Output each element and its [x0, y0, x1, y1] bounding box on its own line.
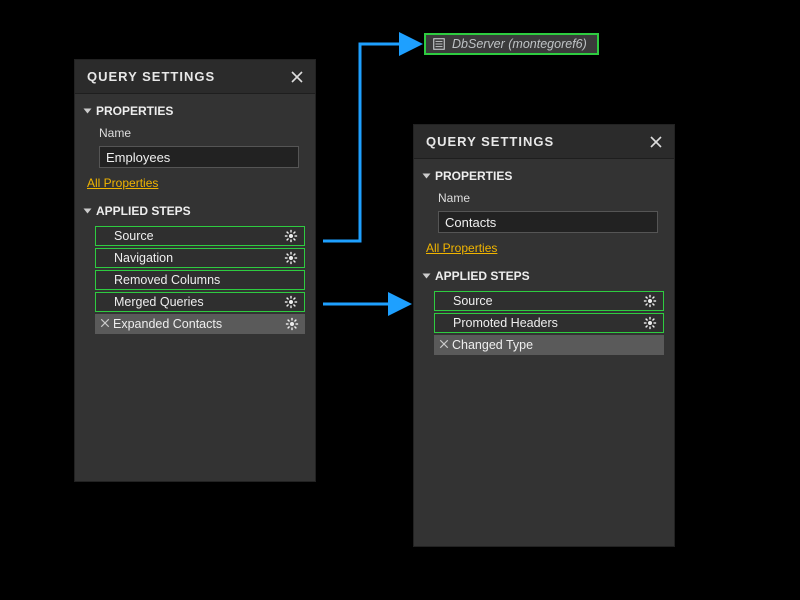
- collapse-triangle-icon: [84, 209, 92, 214]
- applied-steps-header-label: APPLIED STEPS: [96, 204, 191, 218]
- panel-header: QUERY SETTINGS: [414, 125, 674, 159]
- panel-title: QUERY SETTINGS: [426, 134, 554, 149]
- all-properties-link[interactable]: All Properties: [85, 176, 305, 190]
- query-settings-panel-employees: QUERY SETTINGS PROPERTIES Name All Prope…: [74, 59, 316, 482]
- applied-step-label: Promoted Headers: [453, 316, 643, 330]
- applied-step-label: Source: [453, 294, 643, 308]
- applied-step-label: Expanded Contacts: [113, 317, 285, 331]
- applied-step[interactable]: Source: [95, 226, 305, 246]
- query-settings-panel-contacts: QUERY SETTINGS PROPERTIES Name All Prope…: [413, 124, 675, 547]
- applied-step[interactable]: Expanded Contacts: [95, 314, 305, 334]
- delete-step-icon[interactable]: [99, 317, 111, 329]
- delete-step-icon[interactable]: [438, 338, 450, 350]
- applied-step-label: Merged Queries: [114, 295, 284, 309]
- gear-icon[interactable]: [284, 295, 298, 309]
- db-server-node[interactable]: DbServer (montegoref6): [424, 33, 599, 55]
- properties-section-header[interactable]: PROPERTIES: [424, 169, 664, 183]
- collapse-triangle-icon: [84, 109, 92, 114]
- applied-steps-section-header[interactable]: APPLIED STEPS: [424, 269, 664, 283]
- gear-icon[interactable]: [285, 317, 299, 331]
- applied-step-label: Removed Columns: [114, 273, 298, 287]
- applied-step-label: Navigation: [114, 251, 284, 265]
- collapse-triangle-icon: [423, 174, 431, 179]
- name-field-label: Name: [424, 191, 664, 205]
- applied-steps-section-header[interactable]: APPLIED STEPS: [85, 204, 305, 218]
- properties-section-header[interactable]: PROPERTIES: [85, 104, 305, 118]
- panel-header: QUERY SETTINGS: [75, 60, 315, 94]
- collapse-triangle-icon: [423, 274, 431, 279]
- properties-header-label: PROPERTIES: [435, 169, 512, 183]
- query-name-input[interactable]: [99, 146, 299, 168]
- applied-step[interactable]: Removed Columns: [95, 270, 305, 290]
- applied-step-label: Changed Type: [452, 338, 658, 352]
- panel-title: QUERY SETTINGS: [87, 69, 215, 84]
- gear-icon[interactable]: [284, 229, 298, 243]
- applied-step[interactable]: Changed Type: [434, 335, 664, 355]
- close-icon[interactable]: [289, 69, 305, 85]
- applied-steps-list: Source Promoted Headers Changed Type: [434, 291, 664, 355]
- database-icon: [432, 37, 446, 51]
- applied-step[interactable]: Source: [434, 291, 664, 311]
- gear-icon[interactable]: [284, 251, 298, 265]
- db-server-label: DbServer (montegoref6): [452, 37, 587, 51]
- applied-steps-list: Source Navigation Removed Columns Merged Qu…: [95, 226, 305, 334]
- properties-header-label: PROPERTIES: [96, 104, 173, 118]
- applied-step[interactable]: Promoted Headers: [434, 313, 664, 333]
- applied-step[interactable]: Navigation: [95, 248, 305, 268]
- name-field-label: Name: [85, 126, 305, 140]
- close-icon[interactable]: [648, 134, 664, 150]
- applied-steps-header-label: APPLIED STEPS: [435, 269, 530, 283]
- gear-icon[interactable]: [643, 294, 657, 308]
- applied-step[interactable]: Merged Queries: [95, 292, 305, 312]
- applied-step-label: Source: [114, 229, 284, 243]
- query-name-input[interactable]: [438, 211, 658, 233]
- gear-icon[interactable]: [643, 316, 657, 330]
- all-properties-link[interactable]: All Properties: [424, 241, 664, 255]
